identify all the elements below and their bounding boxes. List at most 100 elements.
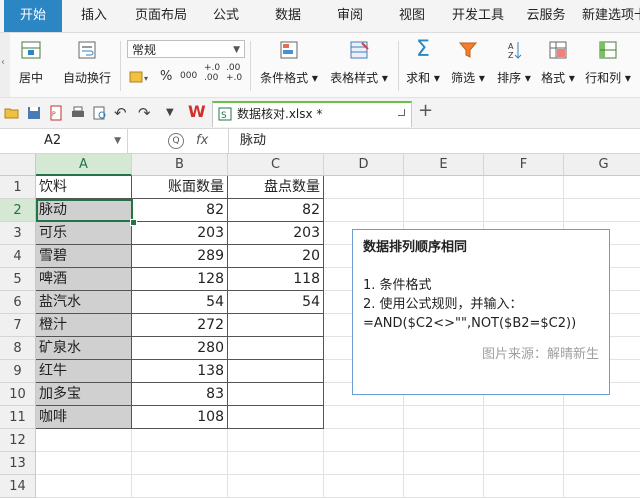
row-header[interactable]: 8: [0, 337, 36, 360]
sum-button[interactable]: Σ 求和 ▾: [402, 33, 444, 97]
print-preview-icon[interactable]: [92, 105, 108, 121]
row-header[interactable]: 13: [0, 452, 36, 475]
column-header-f[interactable]: F: [484, 154, 564, 176]
tab-home[interactable]: 开始: [4, 0, 62, 32]
tab-review[interactable]: 审阅: [324, 0, 376, 32]
table-cell[interactable]: 108: [132, 406, 228, 429]
redo-icon[interactable]: ↷: [138, 105, 154, 121]
header-cell[interactable]: 饮料: [36, 176, 132, 199]
header-cell[interactable]: [484, 176, 564, 199]
export-pdf-icon[interactable]: P: [48, 105, 64, 121]
table-cell[interactable]: [564, 475, 640, 498]
table-cell[interactable]: 54: [132, 291, 228, 314]
column-header-e[interactable]: E: [404, 154, 484, 176]
row-header[interactable]: 4: [0, 245, 36, 268]
row-header[interactable]: 1: [0, 176, 36, 199]
table-cell[interactable]: [324, 406, 404, 429]
table-cell[interactable]: 138: [132, 360, 228, 383]
table-cell[interactable]: [484, 406, 564, 429]
table-cell[interactable]: 82: [132, 199, 228, 222]
column-header-g[interactable]: G: [564, 154, 640, 176]
tab-cloud[interactable]: 云服务: [518, 0, 574, 32]
table-cell[interactable]: [564, 406, 640, 429]
decrease-decimal-button[interactable]: .00 +.0: [226, 63, 246, 83]
table-cell[interactable]: 矿泉水: [36, 337, 132, 360]
table-cell[interactable]: 红牛: [36, 360, 132, 383]
table-cell[interactable]: 20: [228, 245, 324, 268]
name-box[interactable]: A2 ▼: [0, 129, 128, 153]
table-cell[interactable]: [404, 452, 484, 475]
table-cell[interactable]: [404, 406, 484, 429]
wrap-text-button[interactable]: 自动换行: [58, 33, 116, 97]
function-icon[interactable]: fx: [196, 129, 208, 153]
table-cell[interactable]: [324, 452, 404, 475]
column-header-b[interactable]: B: [132, 154, 228, 176]
row-header[interactable]: 10: [0, 383, 36, 406]
table-cell[interactable]: 280: [132, 337, 228, 360]
tab-new[interactable]: 新建选项卡: [582, 0, 640, 32]
table-cell[interactable]: [404, 199, 484, 222]
table-cell[interactable]: 82: [228, 199, 324, 222]
row-header[interactable]: 14: [0, 475, 36, 498]
table-cell[interactable]: [484, 452, 564, 475]
table-cell[interactable]: [324, 475, 404, 498]
header-cell[interactable]: [404, 176, 484, 199]
table-cell[interactable]: 咖啡: [36, 406, 132, 429]
row-header[interactable]: 5: [0, 268, 36, 291]
wps-logo-icon[interactable]: W: [188, 103, 206, 121]
tab-data[interactable]: 数据: [262, 0, 314, 32]
table-cell[interactable]: [132, 475, 228, 498]
table-cell[interactable]: [564, 199, 640, 222]
tab-view[interactable]: 视图: [386, 0, 438, 32]
column-header-c[interactable]: C: [228, 154, 324, 176]
column-header-d[interactable]: D: [324, 154, 404, 176]
table-cell[interactable]: [484, 199, 564, 222]
table-cell[interactable]: [132, 429, 228, 452]
table-cell[interactable]: [564, 452, 640, 475]
table-cell[interactable]: [324, 429, 404, 452]
table-cell[interactable]: [404, 475, 484, 498]
table-cell[interactable]: 272: [132, 314, 228, 337]
table-cell[interactable]: [36, 475, 132, 498]
filter-button[interactable]: 筛选 ▾: [446, 33, 490, 97]
table-cell[interactable]: [228, 406, 324, 429]
tab-page-layout[interactable]: 页面布局: [126, 0, 196, 32]
number-format-select[interactable]: 常规 ▼: [127, 40, 245, 58]
fill-handle[interactable]: [130, 219, 137, 226]
formula-input[interactable]: 脉动: [240, 129, 266, 153]
sort-button[interactable]: A Z 排序 ▾: [492, 33, 536, 97]
select-all-corner[interactable]: [0, 154, 36, 176]
table-cell[interactable]: 啤酒: [36, 268, 132, 291]
print-icon[interactable]: [70, 105, 86, 121]
table-cell[interactable]: [36, 429, 132, 452]
new-tab-icon[interactable]: +: [418, 100, 433, 121]
tab-formulas[interactable]: 公式: [200, 0, 252, 32]
note-textbox[interactable]: 数据排列顺序相同 1. 条件格式 2. 使用公式规则，并输入： =AND($C2…: [352, 229, 610, 395]
row-header[interactable]: 7: [0, 314, 36, 337]
table-cell[interactable]: 雪碧: [36, 245, 132, 268]
header-cell[interactable]: 盘点数量: [228, 176, 324, 199]
format-button[interactable]: 格式 ▾: [538, 33, 578, 97]
header-cell[interactable]: [564, 176, 640, 199]
row-header[interactable]: 2: [0, 199, 36, 222]
header-cell[interactable]: 账面数量: [132, 176, 228, 199]
table-cell[interactable]: [228, 452, 324, 475]
table-cell[interactable]: [564, 429, 640, 452]
undo-icon[interactable]: ↶: [114, 105, 130, 121]
percent-button[interactable]: %: [160, 69, 176, 84]
column-header-a[interactable]: A: [36, 154, 132, 176]
open-folder-icon[interactable]: [4, 105, 20, 121]
table-cell[interactable]: 203: [228, 222, 324, 245]
table-cell[interactable]: [132, 452, 228, 475]
save-icon[interactable]: [26, 105, 42, 121]
table-cell[interactable]: 128: [132, 268, 228, 291]
table-cell[interactable]: [324, 199, 404, 222]
merge-center-button[interactable]: 居中: [8, 33, 54, 97]
header-cell[interactable]: [324, 176, 404, 199]
customize-dropdown-icon[interactable]: ▼: [166, 105, 182, 121]
thousands-button[interactable]: 000: [180, 71, 202, 81]
table-cell[interactable]: [228, 475, 324, 498]
table-cell[interactable]: 盐汽水: [36, 291, 132, 314]
conditional-format-button[interactable]: 条件格式 ▾: [256, 33, 322, 97]
table-cell[interactable]: [228, 314, 324, 337]
